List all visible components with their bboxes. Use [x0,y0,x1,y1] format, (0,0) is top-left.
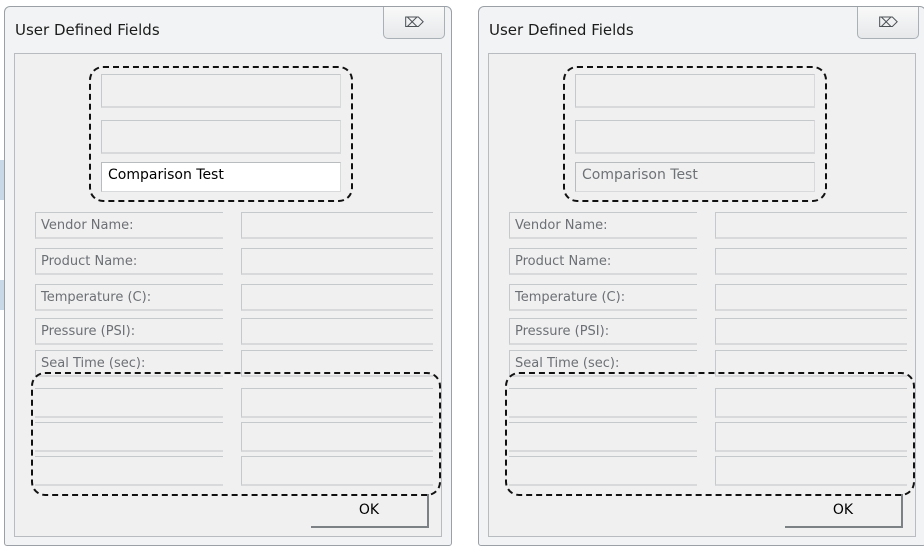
temperature-label: Temperature (C): [509,284,697,311]
temperature-label: Temperature (C): [35,284,223,311]
custom-label-field-3[interactable] [509,456,697,486]
custom-label-field-1[interactable] [35,388,223,418]
custom-label-field-3[interactable] [35,456,223,486]
product-name-label: Product Name: [509,248,697,275]
product-name-input[interactable] [241,248,433,275]
product-name-input[interactable] [715,248,907,275]
seal-time-label: Seal Time (sec): [35,350,223,377]
custom-value-field-1[interactable] [241,388,433,418]
pressure-label: Pressure (PSI): [509,318,697,345]
comparison-field[interactable]: Comparison Test [101,162,341,192]
close-button[interactable]: ⌦ [857,7,919,39]
custom-value-field-3[interactable] [241,456,433,486]
ok-button[interactable]: OK [785,494,903,528]
ok-button[interactable]: OK [311,494,429,528]
dialog-body: Comparison Test Vendor Name: Product Nam… [14,53,442,537]
pressure-label: Pressure (PSI): [35,318,223,345]
custom-label-field-2[interactable] [509,422,697,452]
custom-value-field-3[interactable] [715,456,907,486]
vendor-name-label: Vendor Name: [35,212,223,239]
header-field-2[interactable] [101,120,341,154]
temperature-input[interactable] [241,284,433,311]
close-button[interactable]: ⌦ [383,7,445,39]
close-icon: ⌦ [404,14,424,31]
temperature-input[interactable] [715,284,907,311]
product-name-label: Product Name: [35,248,223,275]
custom-label-field-2[interactable] [35,422,223,452]
custom-value-field-2[interactable] [241,422,433,452]
vendor-name-input[interactable] [715,212,907,239]
custom-value-field-2[interactable] [715,422,907,452]
header-field-1[interactable] [101,74,341,108]
custom-label-field-1[interactable] [509,388,697,418]
seal-time-input[interactable] [241,350,433,377]
close-icon: ⌦ [878,14,898,31]
pressure-input[interactable] [715,318,907,345]
user-defined-fields-dialog-right: User Defined Fields ⌦ Comparison Test Ve… [478,6,924,546]
dialog-title: User Defined Fields [489,21,634,39]
header-field-1[interactable] [575,74,815,108]
pressure-input[interactable] [241,318,433,345]
header-field-2[interactable] [575,120,815,154]
vendor-name-label: Vendor Name: [509,212,697,239]
comparison-field[interactable]: Comparison Test [575,162,815,192]
dialog-body: Comparison Test Vendor Name: Product Nam… [488,53,916,537]
custom-value-field-1[interactable] [715,388,907,418]
user-defined-fields-dialog-left: User Defined Fields ⌦ Comparison Test Ve… [4,6,452,546]
vendor-name-input[interactable] [241,212,433,239]
seal-time-input[interactable] [715,350,907,377]
dialog-title: User Defined Fields [15,21,160,39]
seal-time-label: Seal Time (sec): [509,350,697,377]
